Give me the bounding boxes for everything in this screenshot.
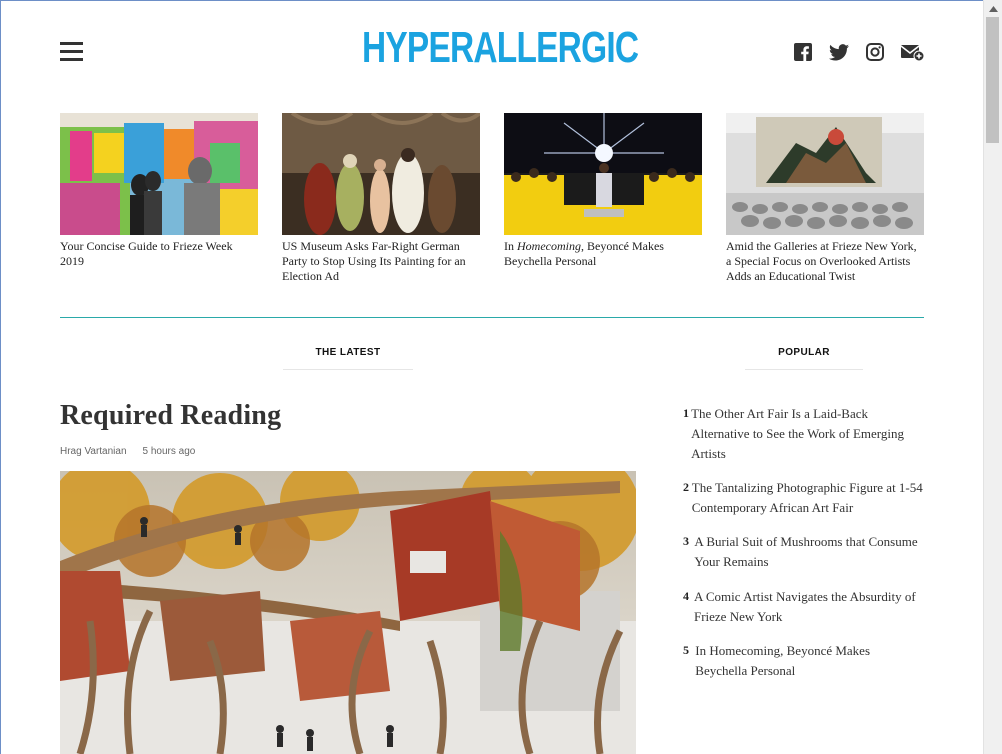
- article-hero-image[interactable]: [60, 471, 636, 754]
- featured-caption[interactable]: Your Concise Guide to Frieze Week 2019: [60, 239, 258, 269]
- featured-card[interactable]: In Homecoming, Beyoncé Makes Beychella P…: [504, 113, 702, 269]
- popular-item[interactable]: 4 A Comic Artist Navigates the Absurdity…: [683, 587, 923, 627]
- popular-item[interactable]: 3 A Burial Suit of Mushrooms that Consum…: [683, 532, 923, 572]
- featured-caption[interactable]: US Museum Asks Far-Right German Party to…: [282, 239, 480, 284]
- tab-underline: [283, 369, 413, 370]
- featured-card[interactable]: US Museum Asks Far-Right German Party to…: [282, 113, 480, 284]
- vertical-scrollbar[interactable]: [983, 0, 1002, 754]
- caption-text: In: [504, 239, 517, 253]
- popular-title[interactable]: A Burial Suit of Mushrooms that Consume …: [694, 532, 923, 572]
- popular-title[interactable]: The Other Art Fair Is a Laid-Back Altern…: [691, 404, 923, 464]
- popular-rank: 3: [683, 534, 689, 548]
- twitter-icon[interactable]: [828, 42, 850, 62]
- caption-emphasis: Homecoming: [517, 239, 581, 253]
- popular-rank: 1: [683, 406, 689, 420]
- popular-item[interactable]: 2 The Tantalizing Photographic Figure at…: [683, 478, 923, 518]
- featured-card[interactable]: Amid the Galleries at Frieze New York, a…: [726, 113, 924, 284]
- facebook-icon[interactable]: [792, 42, 814, 62]
- popular-rank: 2: [683, 480, 689, 494]
- featured-card[interactable]: Your Concise Guide to Frieze Week 2019: [60, 113, 258, 269]
- featured-thumbnail[interactable]: [504, 113, 702, 235]
- featured-caption[interactable]: In Homecoming, Beyoncé Makes Beychella P…: [504, 239, 702, 269]
- section-divider: [60, 317, 924, 318]
- article-byline: Hrag Vartanian 5 hours ago: [60, 446, 195, 457]
- featured-thumbnail[interactable]: [282, 113, 480, 235]
- popular-title[interactable]: A Comic Artist Navigates the Absurdity o…: [694, 587, 923, 627]
- site-logo[interactable]: HYPERALLERGIC: [362, 24, 639, 72]
- tab-popular[interactable]: POPULAR: [745, 347, 863, 358]
- author-link[interactable]: Hrag Vartanian: [60, 446, 127, 457]
- hamburger-menu-icon[interactable]: [60, 42, 84, 61]
- popular-item[interactable]: 1 The Other Art Fair Is a Laid-Back Alte…: [683, 404, 923, 464]
- popular-item[interactable]: 5 In Homecoming, Beyoncé Makes Beychella…: [683, 641, 923, 681]
- popular-rank: 4: [683, 589, 689, 603]
- tab-the-latest[interactable]: THE LATEST: [283, 347, 413, 358]
- popular-rank: 5: [683, 643, 689, 657]
- featured-caption[interactable]: Amid the Galleries at Frieze New York, a…: [726, 239, 924, 284]
- popular-title[interactable]: In Homecoming, Beyoncé Makes Beychella P…: [695, 641, 923, 681]
- featured-thumbnail[interactable]: [60, 113, 258, 235]
- featured-thumbnail[interactable]: [726, 113, 924, 235]
- instagram-icon[interactable]: [864, 42, 886, 62]
- popular-title[interactable]: The Tantalizing Photographic Figure at 1…: [692, 478, 923, 518]
- newsletter-icon[interactable]: [900, 42, 926, 62]
- scrollbar-thumb[interactable]: [986, 17, 999, 143]
- timestamp: 5 hours ago: [142, 446, 196, 457]
- tab-underline: [745, 369, 863, 370]
- article-title[interactable]: Required Reading: [60, 400, 281, 432]
- scroll-up-arrow-icon[interactable]: [984, 0, 1002, 17]
